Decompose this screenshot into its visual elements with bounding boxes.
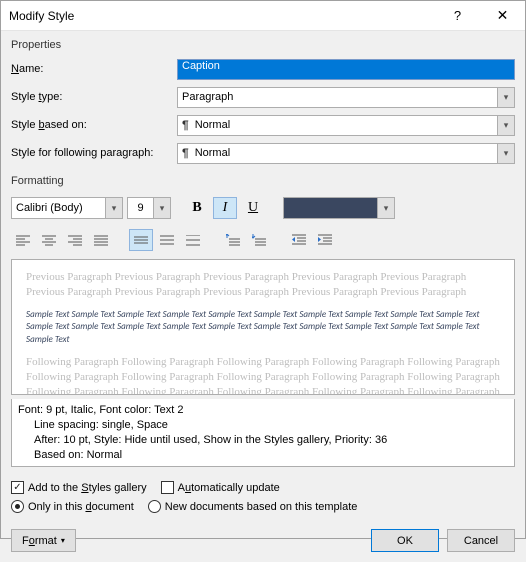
decrease-indent-button[interactable]: [287, 229, 311, 251]
align-justify-button[interactable]: [89, 229, 113, 251]
font-color-swatch[interactable]: [283, 197, 377, 219]
style-type-label: Style type:: [11, 91, 169, 103]
chevron-down-icon: ▾: [384, 203, 389, 214]
chevron-down-icon: ▾: [504, 120, 509, 131]
line-spacing-1-5-button[interactable]: [155, 229, 179, 251]
name-input[interactable]: Caption: [177, 59, 515, 80]
paragraph-toolbar: [11, 229, 515, 251]
font-family-dropdown-button[interactable]: ▾: [105, 197, 123, 219]
auto-update-checkbox[interactable]: Automatically update: [161, 481, 280, 494]
bold-button[interactable]: B: [185, 197, 209, 219]
increase-indent-button[interactable]: [313, 229, 337, 251]
font-color-dropdown-button[interactable]: ▾: [377, 197, 395, 219]
ok-button[interactable]: OK: [371, 529, 439, 552]
space-before-decrease-button[interactable]: [247, 229, 271, 251]
pilcrow-icon: ¶: [182, 146, 189, 160]
font-family-select[interactable]: Calibri (Body): [11, 197, 105, 219]
chevron-down-icon: ▾: [160, 203, 165, 214]
cancel-button[interactable]: Cancel: [447, 529, 515, 552]
checkbox-icon: ✓: [11, 481, 24, 494]
style-type-select[interactable]: Paragraph: [177, 87, 497, 108]
style-type-dropdown-button[interactable]: ▾: [497, 87, 515, 108]
window-title: Modify Style: [9, 9, 435, 23]
titlebar: Modify Style ? ✕: [1, 1, 525, 31]
underline-button[interactable]: U: [241, 197, 265, 219]
align-center-button[interactable]: [37, 229, 61, 251]
preview-sample: Sample Text Sample Text Sample Text Samp…: [26, 309, 500, 347]
chevron-down-icon: ▾: [504, 148, 509, 159]
checkbox-icon: [161, 481, 174, 494]
modify-style-dialog: Modify Style ? ✕ Properties Name: Captio…: [0, 0, 526, 539]
only-this-document-radio[interactable]: Only in this document: [11, 500, 134, 513]
add-to-gallery-checkbox[interactable]: ✓ Add to the Styles gallery: [11, 481, 147, 494]
style-description: Font: 9 pt, Italic, Font color: Text 2 L…: [11, 399, 515, 467]
format-button[interactable]: Format▾: [11, 529, 76, 552]
align-right-button[interactable]: [63, 229, 87, 251]
preview-previous: Previous Paragraph Previous Paragraph Pr…: [26, 270, 500, 301]
preview-following: Following Paragraph Following Paragraph …: [26, 355, 500, 395]
align-left-button[interactable]: [11, 229, 35, 251]
properties-header: Properties: [11, 39, 515, 51]
new-documents-radio[interactable]: New documents based on this template: [148, 500, 358, 513]
pilcrow-icon: ¶: [182, 118, 189, 132]
italic-button[interactable]: I: [213, 197, 237, 219]
line-spacing-1-button[interactable]: [129, 229, 153, 251]
following-select[interactable]: ¶Normal: [177, 143, 497, 164]
following-label: Style for following paragraph:: [11, 147, 169, 159]
help-button[interactable]: ?: [435, 1, 480, 31]
font-size-dropdown-button[interactable]: ▾: [153, 197, 171, 219]
radio-icon: [148, 500, 161, 513]
close-button[interactable]: ✕: [480, 1, 525, 31]
chevron-down-icon: ▾: [112, 203, 117, 214]
space-before-increase-button[interactable]: [221, 229, 245, 251]
font-size-select[interactable]: 9: [127, 197, 153, 219]
formatting-header: Formatting: [11, 175, 515, 187]
following-dropdown-button[interactable]: ▾: [497, 143, 515, 164]
preview-pane: Previous Paragraph Previous Paragraph Pr…: [11, 259, 515, 395]
line-spacing-2-button[interactable]: [181, 229, 205, 251]
based-on-select[interactable]: ¶Normal: [177, 115, 497, 136]
name-label: Name:: [11, 63, 169, 75]
chevron-down-icon: ▾: [504, 92, 509, 103]
based-on-label: Style based on:: [11, 119, 169, 131]
based-on-dropdown-button[interactable]: ▾: [497, 115, 515, 136]
radio-icon: [11, 500, 24, 513]
